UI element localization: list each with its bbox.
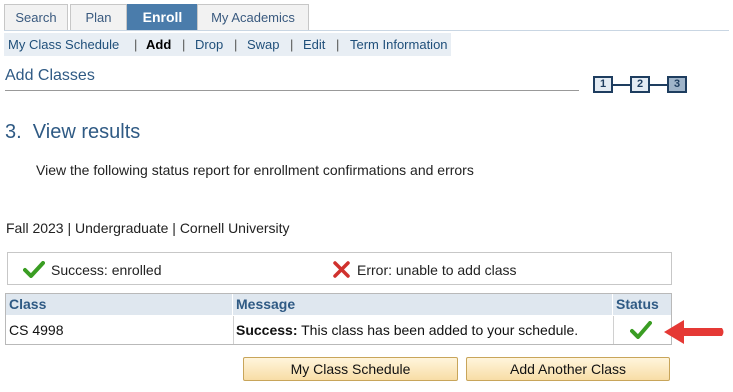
term-career-institution: Fall 2023 | Undergraduate | Cornell Univ… — [6, 220, 290, 236]
step-2-box: 2 — [630, 76, 650, 93]
my-class-schedule-button[interactable]: My Class Schedule — [243, 357, 458, 381]
subnav-separator: | — [134, 37, 138, 52]
results-table: Class Message Status CS 4998 Success: Th… — [5, 293, 672, 345]
subnav-drop[interactable]: Drop — [195, 37, 223, 52]
step-connector — [613, 84, 630, 86]
main-tab-bar: Search Plan Enroll My Academics — [4, 4, 729, 31]
subnav-separator: | — [182, 37, 186, 52]
message-detail: This class has been added to your schedu… — [297, 322, 579, 338]
subnav-edit[interactable]: Edit — [303, 37, 325, 52]
status-legend: Success: enrolled Error: unable to add c… — [7, 252, 672, 285]
step-heading: 3. View results — [5, 121, 141, 143]
legend-success-text: Success: enrolled — [51, 262, 162, 278]
tab-my-academics[interactable]: My Academics — [197, 4, 309, 30]
subnav-add: Add — [146, 37, 172, 52]
class-cell: CS 4998 — [9, 322, 64, 338]
step-1-box: 1 — [593, 76, 613, 93]
step-connector — [650, 84, 667, 86]
subnav-separator: | — [336, 37, 340, 52]
success-check-icon — [630, 321, 652, 339]
subnav-my-class-schedule[interactable]: My Class Schedule — [8, 37, 119, 52]
column-header-class: Class — [6, 294, 233, 315]
enroll-subnav: My Class Schedule | Add | Drop | Swap | … — [4, 33, 451, 56]
message-status-strong: Success: — [236, 322, 298, 338]
tab-enroll[interactable]: Enroll — [127, 4, 198, 31]
subnav-separator: | — [234, 37, 238, 52]
add-another-class-button[interactable]: Add Another Class — [466, 357, 670, 381]
tab-search[interactable]: Search — [4, 4, 68, 30]
instructions-text: View the following status report for enr… — [36, 162, 474, 178]
page-title: Add Classes — [5, 67, 95, 84]
legend-error-text: Error: unable to add class — [357, 262, 517, 278]
column-header-message: Message — [233, 294, 613, 315]
step-3-box-current: 3 — [667, 76, 687, 93]
error-x-icon — [333, 261, 350, 278]
subnav-swap[interactable]: Swap — [247, 37, 280, 52]
message-cell: Success: This class has been added to yo… — [233, 316, 613, 344]
tab-plan[interactable]: Plan — [70, 4, 127, 30]
subnav-term-information[interactable]: Term Information — [350, 37, 448, 52]
success-check-icon — [23, 261, 45, 278]
subnav-separator: | — [290, 37, 294, 52]
title-divider — [5, 90, 579, 91]
red-pointer-arrow-icon — [664, 320, 724, 344]
column-header-status: Status — [613, 294, 671, 315]
